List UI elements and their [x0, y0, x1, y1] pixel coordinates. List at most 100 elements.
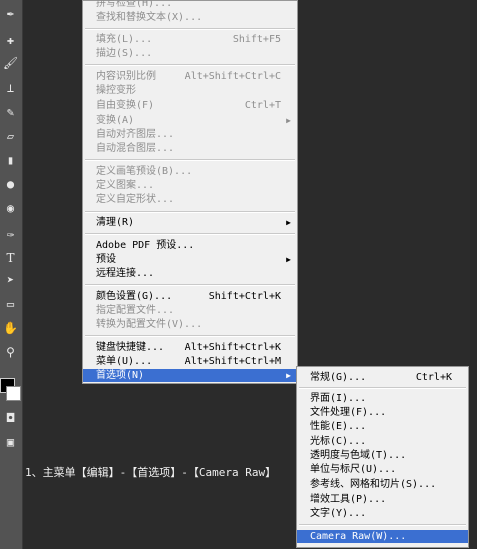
menu-item-label: 自动混合图层... [96, 143, 175, 154]
menu-item-preferences[interactable]: 首选项(N) ▶ [83, 369, 297, 382]
menu-item-define-pattern[interactable]: 定义图案... [83, 179, 297, 192]
menu-item-define-brush[interactable]: 定义画笔预设(B)... [83, 165, 297, 178]
menu-item-define-shape[interactable]: 定义自定形状... [83, 193, 297, 206]
submenu-item-label: 透明度与色域(T)... [310, 450, 407, 461]
submenu-item-transparency-gamut[interactable]: 透明度与色域(T)... [297, 449, 468, 462]
tools-panel: ✒ ✚ 🖌 ⊥ ✎ ▱ ▮ ● ◉ ✑ T ➤ ▭ ✋ ⚲ ◘ ▣ [0, 0, 23, 549]
shape-icon[interactable]: ▭ [2, 296, 19, 313]
menu-item-fill[interactable]: 填充(L)... Shift+F5 [83, 33, 297, 46]
path-select-icon[interactable]: ➤ [2, 272, 19, 289]
submenu-arrow-icon: ▶ [286, 116, 291, 125]
menu-item-remote-connections[interactable]: 远程连接... [83, 267, 297, 280]
zoom-icon[interactable]: ⚲ [2, 344, 19, 361]
menu-item-label: 清理(R) [96, 217, 135, 228]
menu-item-convert-profile[interactable]: 转换为配置文件(V)... [83, 318, 297, 331]
menu-item-shortcut: Alt+Shift+Ctrl+K [184, 342, 281, 353]
menu-item-content-aware-scale[interactable]: 内容识别比例 Alt+Shift+Ctrl+C [83, 70, 297, 83]
menu-item-label: 菜单(U)... [96, 356, 153, 367]
menu-separator [85, 335, 295, 337]
menu-item-label: 自动对齐图层... [96, 129, 175, 140]
menu-item-purge[interactable]: 清理(R) ▶ [83, 216, 297, 229]
submenu-item-interface[interactable]: 界面(I)... [297, 392, 468, 405]
menu-item-menus[interactable]: 菜单(U)... Alt+Shift+Ctrl+M [83, 355, 297, 368]
eyedropper-icon[interactable]: ✒ [2, 5, 19, 22]
menu-item-auto-blend[interactable]: 自动混合图层... [83, 142, 297, 155]
blur-icon[interactable]: ● [2, 176, 19, 193]
submenu-item-label: 性能(E)... [310, 421, 367, 432]
healing-brush-icon[interactable]: ✚ [2, 32, 19, 49]
menu-item-label: 转换为配置文件(V)... [96, 319, 203, 330]
menu-separator [299, 387, 466, 389]
menu-item-spell-check[interactable]: 拼写检查(H)... [83, 0, 297, 10]
menu-item-assign-profile[interactable]: 指定配置文件... [83, 304, 297, 317]
menu-item-stroke[interactable]: 描边(S)... [83, 47, 297, 60]
menu-item-label: 拼写检查(H)... [96, 0, 173, 9]
menu-item-label: 自由变换(F) [96, 100, 155, 111]
menu-separator [299, 524, 466, 526]
submenu-item-guides-grid-slices[interactable]: 参考线、网格和切片(S)... [297, 478, 468, 491]
screen-mode-icon[interactable]: ▣ [2, 434, 19, 451]
menu-item-shortcut: Alt+Shift+Ctrl+C [184, 71, 281, 82]
dodge-icon[interactable]: ◉ [2, 200, 19, 217]
menu-item-label: Adobe PDF 预设... [96, 240, 195, 251]
menu-item-label: 颜色设置(G)... [96, 291, 173, 302]
menu-item-label: 远程连接... [96, 268, 155, 279]
menu-item-shortcut: Shift+Ctrl+K [208, 291, 281, 302]
menu-item-label: 填充(L)... [96, 34, 153, 45]
background-color-swatch[interactable] [6, 386, 21, 401]
menu-item-transform[interactable]: 变换(A) ▶ [83, 114, 297, 127]
menu-item-label: 描边(S)... [96, 48, 153, 59]
menu-item-label: 变换(A) [96, 115, 135, 126]
menu-item-auto-align[interactable]: 自动对齐图层... [83, 128, 297, 141]
submenu-item-label: 常规(G)... [310, 372, 367, 383]
menu-item-label: 定义画笔预设(B)... [96, 166, 193, 177]
menu-item-label: 查找和替换文本(X)... [96, 12, 203, 23]
eraser-icon[interactable]: ▱ [2, 128, 19, 145]
pen-icon[interactable]: ✑ [2, 226, 19, 243]
menu-separator [85, 28, 295, 30]
submenu-item-units-rulers[interactable]: 单位与标尺(U)... [297, 463, 468, 476]
menu-item-pdf-presets[interactable]: Adobe PDF 预设... [83, 239, 297, 252]
menu-item-label: 定义图案... [96, 180, 155, 191]
brush-icon[interactable]: 🖌 [2, 55, 19, 72]
menu-item-find-replace[interactable]: 查找和替换文本(X)... [83, 11, 297, 24]
menu-item-presets[interactable]: 预设 ▶ [83, 253, 297, 266]
menu-item-puppet-warp[interactable]: 操控变形 [83, 84, 297, 97]
menu-separator [85, 233, 295, 235]
submenu-item-cursors[interactable]: 光标(C)... [297, 435, 468, 448]
menu-item-free-transform[interactable]: 自由变换(F) Ctrl+T [83, 99, 297, 112]
hand-icon[interactable]: ✋ [2, 320, 19, 337]
submenu-item-plugins[interactable]: 增效工具(P)... [297, 493, 468, 506]
submenu-item-label: 参考线、网格和切片(S)... [310, 479, 437, 490]
submenu-item-performance[interactable]: 性能(E)... [297, 420, 468, 433]
submenu-item-label: Camera Raw(W)... [310, 531, 407, 542]
menu-separator [85, 159, 295, 161]
submenu-item-label: 文件处理(F)... [310, 407, 387, 418]
submenu-item-label: 增效工具(P)... [310, 494, 387, 505]
menu-item-label: 定义自定形状... [96, 194, 175, 205]
menu-item-shortcut: Shift+F5 [232, 34, 281, 45]
submenu-item-label: 界面(I)... [310, 393, 367, 404]
submenu-item-camera-raw[interactable]: Camera Raw(W)... [297, 530, 468, 543]
menu-item-label: 指定配置文件... [96, 305, 175, 316]
menu-separator [85, 64, 295, 66]
submenu-item-shortcut: Ctrl+K [415, 372, 452, 383]
quick-mask-icon[interactable]: ◘ [2, 410, 19, 427]
gradient-icon[interactable]: ▮ [2, 152, 19, 169]
menu-item-color-settings[interactable]: 颜色设置(G)... Shift+Ctrl+K [83, 290, 297, 303]
history-brush-icon[interactable]: ✎ [2, 104, 19, 121]
submenu-arrow-icon: ▶ [286, 371, 291, 380]
type-icon[interactable]: T [2, 250, 19, 267]
submenu-item-label: 单位与标尺(U)... [310, 464, 397, 475]
submenu-item-general[interactable]: 常规(G)... Ctrl+K [297, 371, 468, 384]
menu-item-keyboard-shortcuts[interactable]: 键盘快捷键... Alt+Shift+Ctrl+K [83, 341, 297, 354]
preferences-submenu: 常规(G)... Ctrl+K 界面(I)... 文件处理(F)... 性能(E)… [296, 366, 469, 548]
submenu-arrow-icon: ▶ [286, 255, 291, 264]
submenu-item-file-handling[interactable]: 文件处理(F)... [297, 406, 468, 419]
menu-item-label: 预设 [96, 254, 116, 265]
instruction-caption: 1、主菜单【编辑】-【首选项】-【Camera Raw】 [25, 466, 277, 479]
submenu-item-type[interactable]: 文字(Y)... [297, 507, 468, 520]
submenu-item-label: 文字(Y)... [310, 508, 367, 519]
clone-stamp-icon[interactable]: ⊥ [2, 80, 19, 97]
menu-item-label: 首选项(N) [96, 370, 145, 381]
